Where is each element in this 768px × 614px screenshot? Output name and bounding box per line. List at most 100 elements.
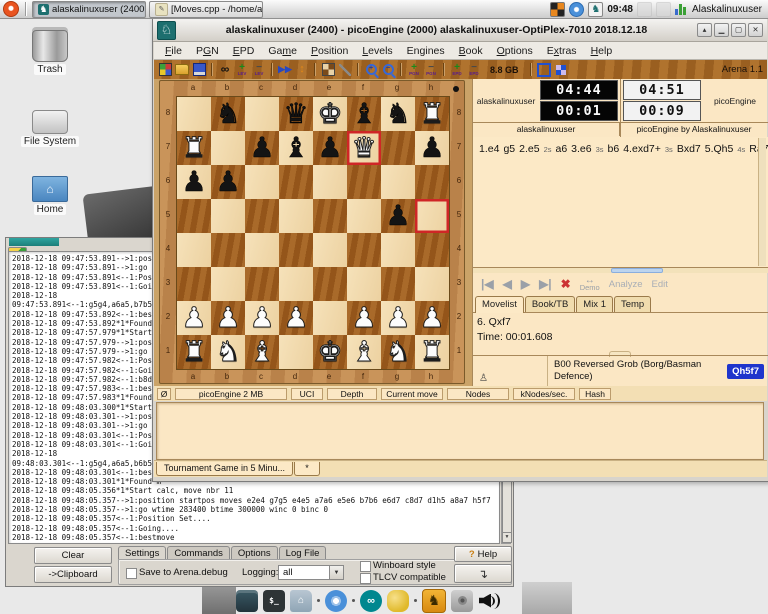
clipboard-button[interactable]: ->Clipboard — [34, 566, 112, 583]
square-g4[interactable] — [381, 233, 415, 267]
menu-position[interactable]: Position — [304, 43, 355, 59]
black-pawn[interactable]: ♟ — [317, 131, 342, 165]
square-e4[interactable] — [313, 233, 347, 267]
square-d4[interactable] — [279, 233, 313, 267]
help-button[interactable]: ? Help — [454, 546, 512, 562]
square-a8[interactable] — [177, 97, 211, 131]
square-f1[interactable]: ♝ — [347, 335, 381, 369]
zoom-in-icon[interactable]: + — [364, 63, 378, 77]
square-d8[interactable]: ♛ — [279, 97, 313, 131]
dock-screenshot-icon[interactable] — [451, 590, 473, 612]
black-bishop[interactable]: ♝ — [283, 131, 308, 165]
pgn-minus-icon[interactable]: −PGN — [424, 63, 438, 77]
dock-terminal-icon[interactable]: $_ — [263, 590, 285, 612]
demo-button[interactable]: ↔Demo — [580, 277, 600, 291]
scroll-down-icon[interactable]: ▼ — [502, 532, 512, 543]
tab-temp[interactable]: Temp — [614, 296, 651, 312]
black-pawn[interactable]: ♟ — [249, 131, 274, 165]
square-a6[interactable]: ♟ — [177, 165, 211, 199]
white-pawn[interactable]: ♟ — [419, 301, 444, 335]
square-h5[interactable] — [415, 199, 449, 233]
square-e7[interactable]: ♟ — [313, 131, 347, 165]
desktop-icon-file-system[interactable]: File System — [14, 104, 86, 147]
white-pawn[interactable]: ♟ — [249, 301, 274, 335]
volume-icon[interactable] — [478, 590, 500, 612]
square-a5[interactable] — [177, 199, 211, 233]
move-token[interactable]: 5.Qh5 — [705, 143, 734, 155]
square-a4[interactable] — [177, 233, 211, 267]
fullscreen-icon[interactable] — [537, 63, 551, 77]
square-a2[interactable]: ♟ — [177, 301, 211, 335]
square-c7[interactable]: ♟ — [245, 131, 279, 165]
move-token[interactable]: 1.e4 — [479, 143, 499, 155]
epd-minus-icon[interactable]: −EPD — [467, 63, 481, 77]
minimize-icon[interactable]: ▁ — [714, 23, 729, 37]
rollup-icon[interactable]: ▴ — [697, 23, 712, 37]
desktop-icon-home[interactable]: ⌂Home — [14, 172, 86, 215]
menu-epd[interactable]: EPD — [226, 43, 262, 59]
move-list[interactable]: 1.e4g52.e52sa63.e63sb64.exd7+3sBxd75.Qh5… — [473, 137, 768, 268]
pgn-plus-icon[interactable]: +PGN — [407, 63, 421, 77]
flip-board-icon[interactable]: ↕ — [295, 63, 309, 77]
black-pawn[interactable]: ♟ — [181, 165, 206, 199]
audio-level-icon[interactable] — [675, 3, 686, 15]
zoom-out-icon[interactable]: − — [381, 63, 395, 77]
dock-teapot-icon[interactable] — [387, 590, 409, 612]
square-h4[interactable] — [415, 233, 449, 267]
tray-inactive-icon[interactable] — [637, 2, 652, 17]
square-h2[interactable]: ♟ — [415, 301, 449, 335]
forward-icon[interactable]: ▶ — [521, 277, 530, 291]
square-e3[interactable] — [313, 267, 347, 301]
white-king[interactable]: ♚ — [317, 335, 342, 369]
demo-play-icon[interactable]: ▶▶ — [278, 63, 292, 77]
tlcv-checkbox[interactable] — [360, 573, 371, 584]
dock-arduino-icon[interactable]: ∞ — [360, 590, 382, 612]
move-token[interactable]: 4s — [737, 145, 745, 154]
square-b4[interactable] — [211, 233, 245, 267]
scrollbar-thumb[interactable] — [502, 479, 512, 533]
square-a7[interactable]: ♜ — [177, 131, 211, 165]
white-pawn[interactable]: ♟ — [283, 301, 308, 335]
square-c8[interactable] — [245, 97, 279, 131]
black-bishop[interactable]: ♝ — [351, 97, 376, 131]
tab-tournament-game[interactable]: Tournament Game in 5 Minu... — [156, 462, 293, 476]
square-a1[interactable]: ♜ — [177, 335, 211, 369]
square-b3[interactable] — [211, 267, 245, 301]
square-e5[interactable] — [313, 199, 347, 233]
movelist-scrollbar[interactable] — [758, 138, 766, 266]
square-g3[interactable] — [381, 267, 415, 301]
square-b7[interactable] — [211, 131, 245, 165]
square-f7[interactable]: ♛ — [347, 131, 381, 165]
white-pawn[interactable]: ♟ — [181, 301, 206, 335]
move-token[interactable]: a6 — [555, 143, 567, 155]
square-b6[interactable]: ♟ — [211, 165, 245, 199]
dock-desktop-icon[interactable] — [236, 590, 258, 612]
move-token[interactable]: b6 — [608, 143, 620, 155]
level-plus-icon[interactable]: +LEV — [235, 63, 249, 77]
white-pawn[interactable]: ♟ — [351, 301, 376, 335]
edit-button[interactable]: Edit — [652, 279, 668, 290]
chess-board[interactable]: ♞♛♚♝♞♜♜♟♝♟♛♟♟♟♟♟♟♟♟♟♟♟♜♞♝♚♝♞♜ — [176, 96, 450, 370]
square-e8[interactable]: ♚ — [313, 97, 347, 131]
desktop-icon-trash[interactable]: Trash — [14, 30, 86, 75]
tray-app-icon[interactable] — [550, 2, 565, 17]
square-f6[interactable] — [347, 165, 381, 199]
analyze-button[interactable]: Analyze — [609, 279, 643, 290]
white-pawn[interactable]: ♟ — [215, 301, 240, 335]
square-b2[interactable]: ♟ — [211, 301, 245, 335]
move-token[interactable]: 2.e5 — [519, 143, 539, 155]
tray-inactive-icon[interactable] — [656, 2, 671, 17]
white-pawn[interactable]: ♟ — [385, 301, 410, 335]
square-f4[interactable] — [347, 233, 381, 267]
goto-end-icon[interactable]: ▶| — [539, 277, 552, 291]
layout-grid-icon[interactable] — [554, 63, 568, 77]
menu-book[interactable]: Book — [452, 43, 490, 59]
square-b8[interactable]: ♞ — [211, 97, 245, 131]
black-pawn[interactable]: ♟ — [419, 131, 444, 165]
position-setup-icon[interactable] — [321, 63, 335, 77]
menu-game[interactable]: Game — [261, 43, 304, 59]
square-d7[interactable]: ♝ — [279, 131, 313, 165]
chromium-tray-icon[interactable] — [569, 2, 584, 17]
move-token[interactable]: 3s — [665, 145, 673, 154]
arena-tray-icon[interactable]: ♞ — [588, 2, 603, 17]
